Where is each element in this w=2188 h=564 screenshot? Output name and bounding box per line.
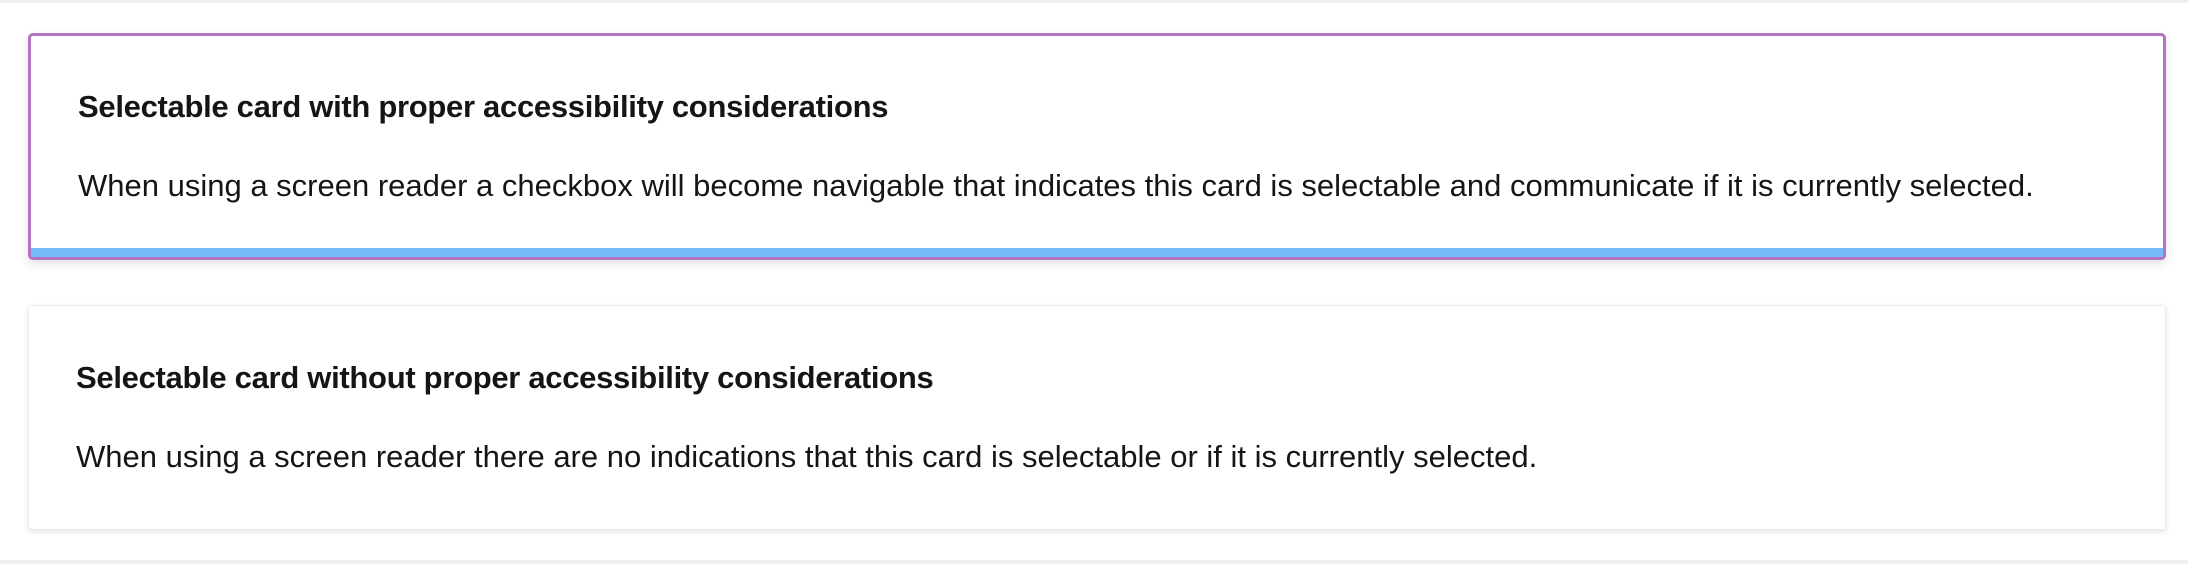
- card-body-text: When using a screen reader a checkbox wi…: [78, 168, 2034, 203]
- selected-indicator-bar: [31, 248, 2163, 257]
- card-title: Selectable card without proper accessibi…: [76, 360, 934, 395]
- top-divider: [0, 0, 2188, 3]
- selectable-card-inaccessible[interactable]: Selectable card without proper accessibi…: [28, 305, 2166, 530]
- selectable-card-accessible[interactable]: Selectable card with proper accessibilit…: [28, 33, 2166, 260]
- bottom-divider: [0, 560, 2188, 564]
- card-body-text: When using a screen reader there are no …: [76, 439, 1538, 474]
- card-title: Selectable card with proper accessibilit…: [78, 89, 889, 124]
